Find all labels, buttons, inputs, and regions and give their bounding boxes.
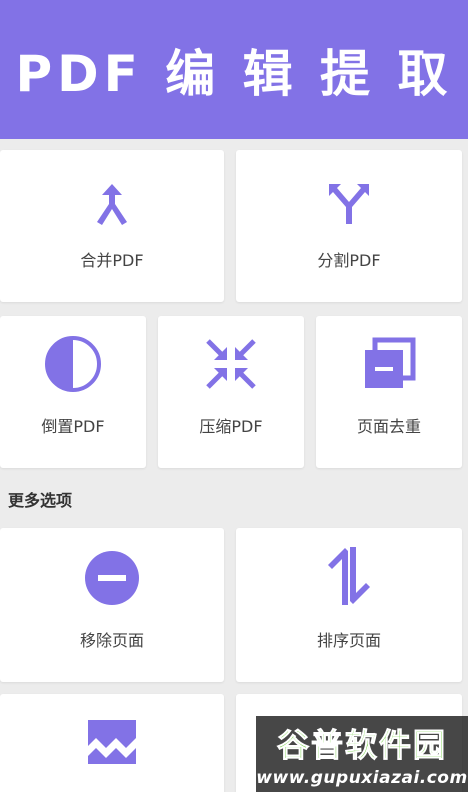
compress-arrows-icon <box>201 334 261 394</box>
remove-pages-label: 移除页面 <box>79 631 144 650</box>
compress-pdf-label: 压缩PDF <box>199 417 263 436</box>
invert-pdf-card[interactable]: 倒置PDF <box>0 316 146 468</box>
app-header: PDF 编 辑 提 取 <box>0 0 468 139</box>
dedupe-pages-card[interactable]: 页面去重 <box>316 316 462 468</box>
split-pdf-label: 分割PDF <box>317 251 381 270</box>
more-options-heading: 更多选项 <box>8 491 73 510</box>
watermark-logo: 谷普软件园 www.gupuxiazai.com <box>256 716 468 792</box>
half-circle-icon <box>43 334 103 394</box>
swap-vertical-icon <box>319 546 379 606</box>
dedupe-pages-label: 页面去重 <box>356 417 421 436</box>
sort-pages-label: 排序页面 <box>316 631 381 650</box>
remove-pages-card[interactable]: 移除页面 <box>0 528 224 682</box>
merge-pdf-card[interactable]: 合并PDF <box>0 150 224 302</box>
invert-pdf-label: 倒置PDF <box>41 417 105 436</box>
merge-pdf-label: 合并PDF <box>80 251 144 270</box>
page-title: PDF 编 辑 提 取 <box>15 44 453 103</box>
split-arrows-icon <box>319 174 379 234</box>
sort-pages-card[interactable]: 排序页面 <box>236 528 462 682</box>
watermark-url: www.gupuxiazai.com <box>256 768 468 788</box>
remove-circle-icon <box>82 548 142 608</box>
compress-pdf-card[interactable]: 压缩PDF <box>158 316 304 468</box>
broken-image-icon <box>82 712 142 772</box>
merge-arrows-icon <box>82 174 142 234</box>
duplicate-pages-icon <box>359 334 419 394</box>
repair-pages-card[interactable] <box>0 694 224 792</box>
split-pdf-card[interactable]: 分割PDF <box>236 150 462 302</box>
watermark-brand: 谷普软件园 <box>276 726 447 765</box>
